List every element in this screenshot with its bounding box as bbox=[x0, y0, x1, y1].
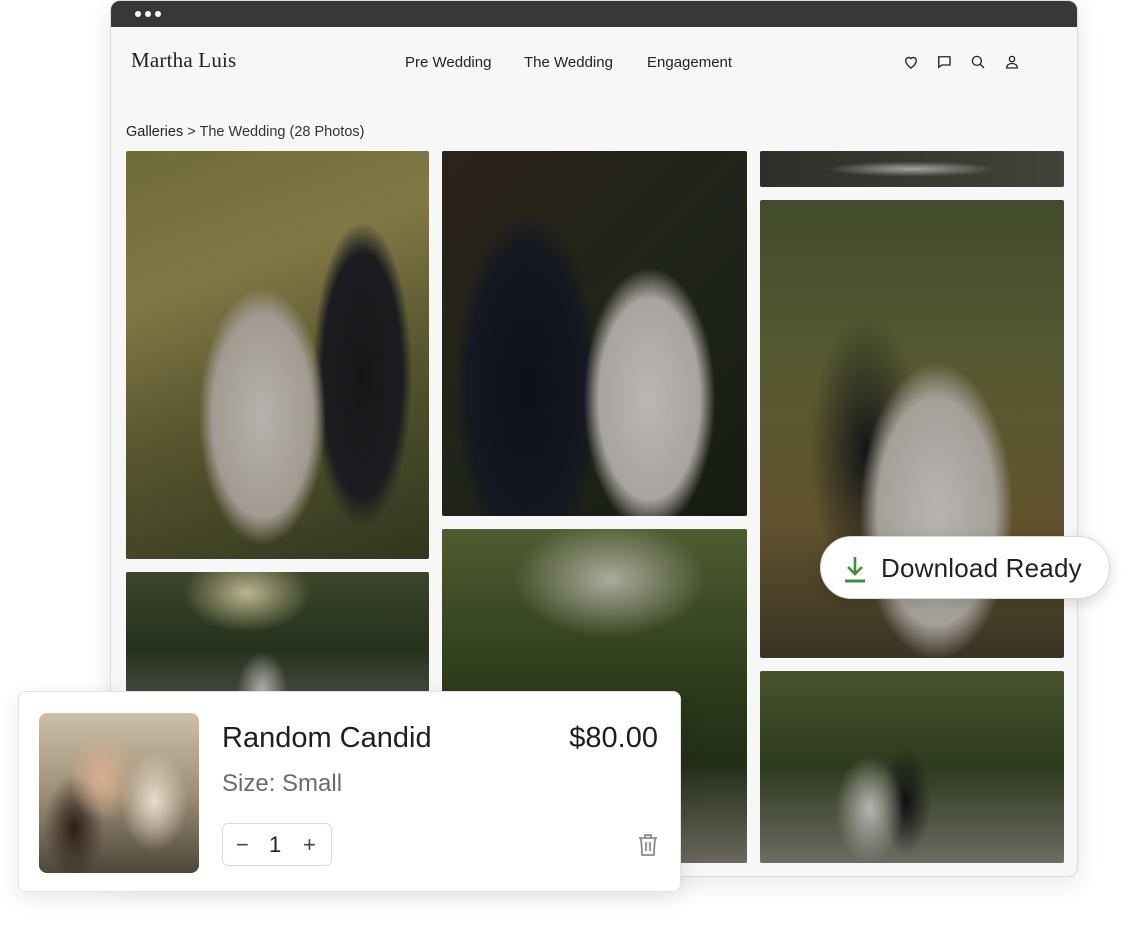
download-icon bbox=[843, 555, 867, 583]
cart-item-thumbnail bbox=[39, 713, 199, 873]
cart-item-price: $80.00 bbox=[569, 722, 658, 754]
breadcrumb-galleries[interactable]: Galleries bbox=[126, 124, 183, 140]
window-titlebar bbox=[111, 1, 1077, 27]
window-dot-icon[interactable] bbox=[155, 11, 161, 17]
site-logo[interactable]: Martha Luis bbox=[131, 48, 236, 73]
download-ready-label: Download Ready bbox=[881, 553, 1082, 583]
trash-icon[interactable] bbox=[637, 833, 659, 857]
cart-item-size: Size: Small bbox=[222, 770, 343, 797]
gallery-photo[interactable] bbox=[442, 151, 747, 516]
gallery-photo[interactable] bbox=[760, 671, 1064, 863]
cart-item-card: Random Candid $80.00 Size: Small − 1 + bbox=[18, 691, 681, 892]
gallery-photo[interactable] bbox=[760, 151, 1064, 187]
user-icon[interactable] bbox=[1003, 53, 1021, 71]
gallery-photo[interactable] bbox=[126, 151, 429, 559]
download-ready-toast[interactable]: Download Ready bbox=[820, 536, 1110, 599]
breadcrumb-separator: > bbox=[187, 124, 196, 140]
nav-engagement[interactable]: Engagement bbox=[647, 54, 732, 71]
window-dot-icon[interactable] bbox=[135, 11, 141, 17]
breadcrumb: Galleries > The Wedding (28 Photos) bbox=[126, 124, 364, 140]
nav-the-wedding[interactable]: The Wedding bbox=[524, 54, 613, 71]
decrease-quantity-button[interactable]: − bbox=[236, 832, 249, 858]
search-icon[interactable] bbox=[969, 53, 987, 71]
quantity-stepper: − 1 + bbox=[222, 823, 332, 866]
increase-quantity-button[interactable]: + bbox=[303, 832, 316, 858]
cart-item-title: Random Candid bbox=[222, 722, 432, 754]
heart-icon[interactable] bbox=[902, 53, 920, 71]
quantity-value[interactable]: 1 bbox=[269, 832, 281, 858]
chat-icon[interactable] bbox=[935, 53, 953, 71]
window-dot-icon[interactable] bbox=[145, 11, 151, 17]
breadcrumb-current: The Wedding (28 Photos) bbox=[199, 124, 365, 140]
nav-pre-wedding[interactable]: Pre Wedding bbox=[405, 54, 491, 71]
